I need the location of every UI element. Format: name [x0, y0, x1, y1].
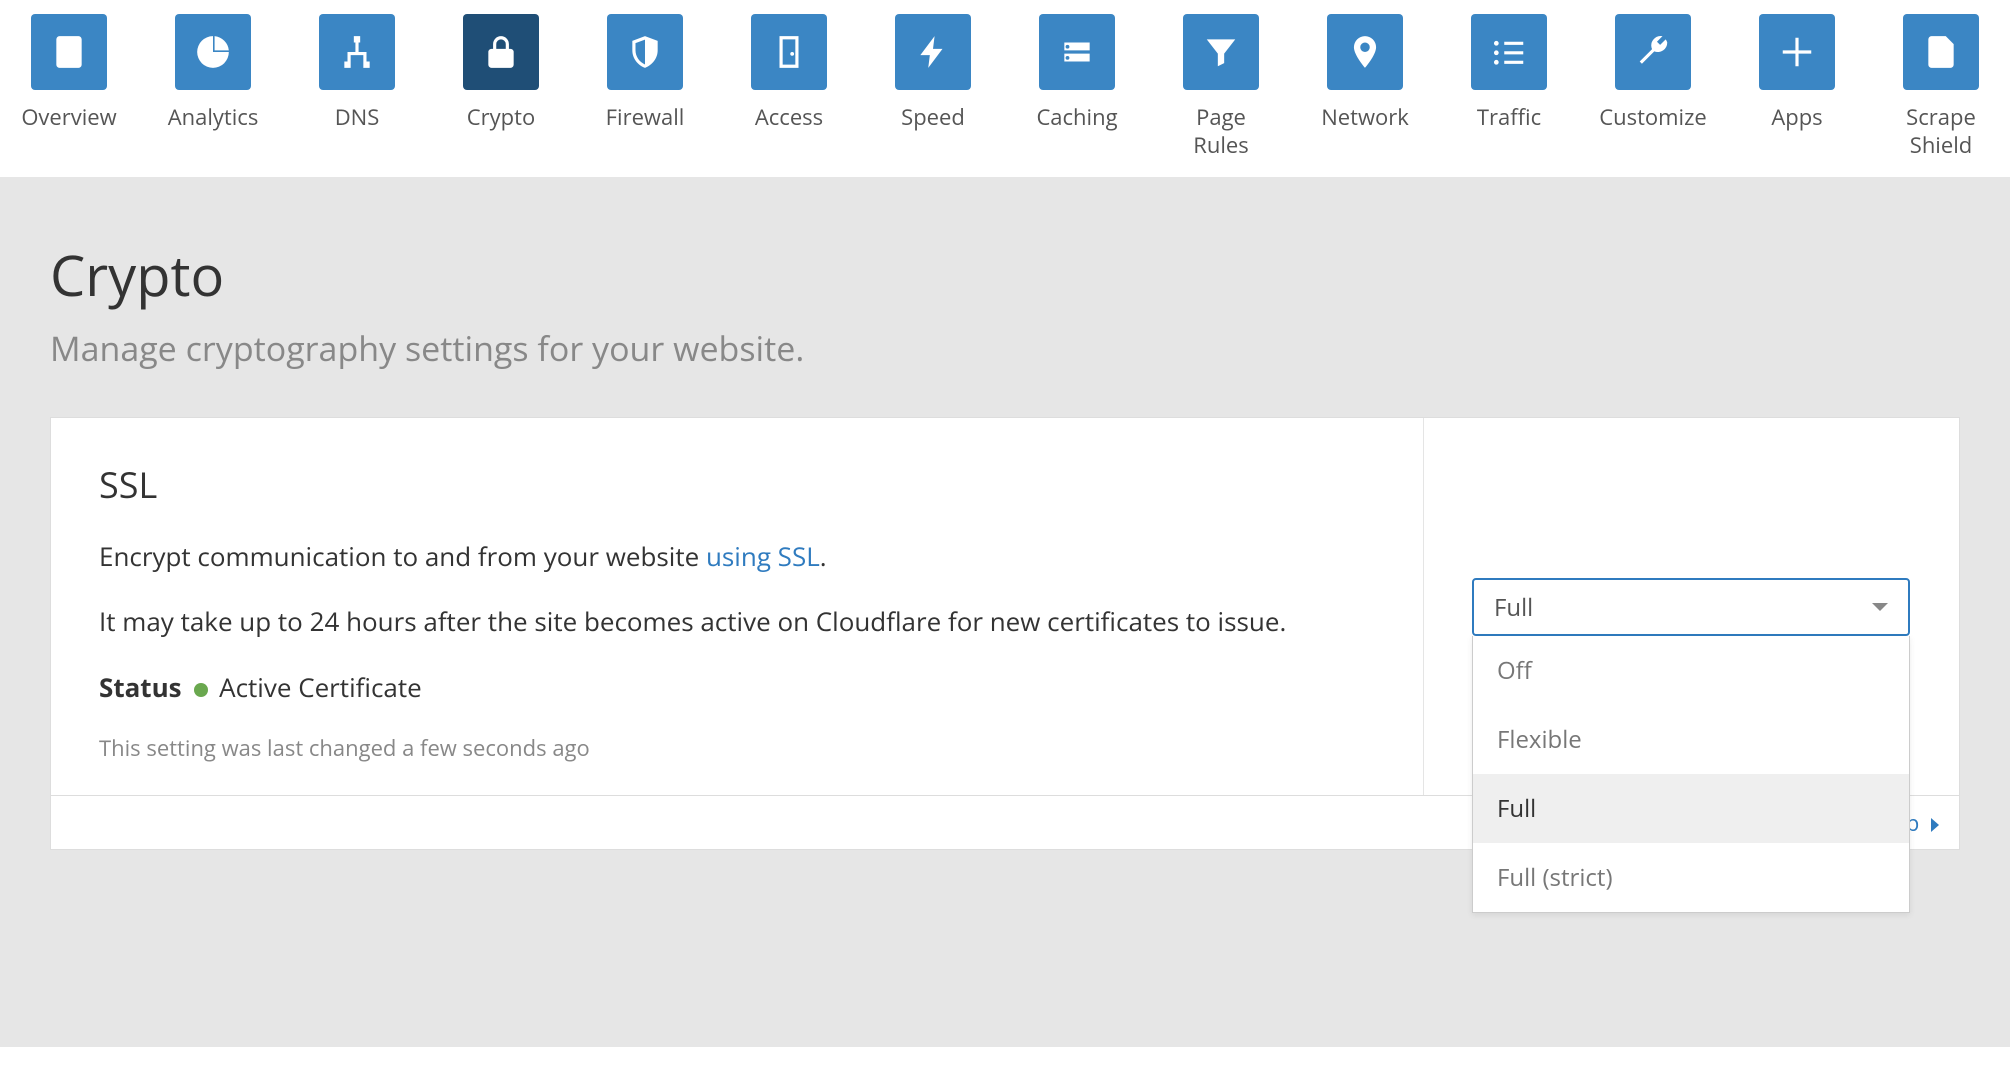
nav-label: Customize: [1599, 104, 1707, 132]
ssl-status: Status Active Certificate: [99, 669, 1375, 705]
nav-tile: [31, 14, 107, 90]
nav-tile: [1615, 14, 1691, 90]
nav-tile: [463, 14, 539, 90]
nav-item-page-rules[interactable]: Page Rules: [1176, 14, 1266, 159]
door-icon: [770, 33, 808, 71]
nav-label: Traffic: [1477, 104, 1541, 132]
nav-label: Analytics: [168, 104, 259, 132]
ssl-card-body: SSL Encrypt communication to and from yo…: [51, 418, 1424, 795]
nav-item-firewall[interactable]: Firewall: [600, 14, 690, 159]
nav-item-apps[interactable]: Apps: [1752, 14, 1842, 159]
ssl-note: It may take up to 24 hours after the sit…: [99, 602, 1375, 641]
nav-tile: [319, 14, 395, 90]
chevron-right-icon: [1931, 818, 1939, 832]
nav-item-caching[interactable]: Caching: [1032, 14, 1122, 159]
ssl-mode-select[interactable]: Full: [1472, 578, 1910, 636]
shield-icon: [626, 33, 664, 71]
nav-tile: [1039, 14, 1115, 90]
list-icon: [1490, 33, 1528, 71]
ssl-mode-dropdown: OffFlexibleFullFull (strict): [1472, 636, 1910, 913]
nav-label: Access: [755, 104, 823, 132]
nav-label: Crypto: [467, 104, 535, 132]
ssl-option-full-strict-[interactable]: Full (strict): [1473, 843, 1909, 912]
nav-label: Overview: [21, 104, 116, 132]
ssl-option-off[interactable]: Off: [1473, 636, 1909, 705]
status-dot-icon: [194, 683, 208, 697]
content-area: Crypto Manage cryptography settings for …: [0, 177, 2010, 1047]
nav-item-analytics[interactable]: Analytics: [168, 14, 258, 159]
ssl-last-changed: This setting was last changed a few seco…: [99, 733, 1375, 763]
nav-label: Apps: [1771, 104, 1822, 132]
wrench-icon: [1634, 33, 1672, 71]
ssl-desc-prefix: Encrypt communication to and from your w…: [99, 538, 706, 574]
lock-icon: [482, 33, 520, 71]
nav-label: Speed: [901, 104, 965, 132]
nav-label: Page Rules: [1176, 104, 1266, 159]
ssl-card-controls: Full OffFlexibleFullFull (strict): [1424, 418, 1959, 795]
nav-tile: [1759, 14, 1835, 90]
nav-item-access[interactable]: Access: [744, 14, 834, 159]
nav-item-overview[interactable]: Overview: [24, 14, 114, 159]
nav-label: Firewall: [606, 104, 685, 132]
ssl-status-label: Status: [99, 669, 182, 705]
nav-item-customize[interactable]: Customize: [1608, 14, 1698, 159]
nav-tile: [607, 14, 683, 90]
ssl-description: Encrypt communication to and from your w…: [99, 537, 1375, 576]
doc-icon: [1922, 33, 1960, 71]
sitemap-icon: [338, 33, 376, 71]
nav-tile: [1327, 14, 1403, 90]
ssl-mode-select-value: Full: [1494, 591, 1533, 624]
nav-label: Caching: [1036, 104, 1117, 132]
nav-item-scrape-shield[interactable]: Scrape Shield: [1896, 14, 1986, 159]
ssl-title: SSL: [99, 460, 1375, 509]
nav-item-traffic[interactable]: Traffic: [1464, 14, 1554, 159]
nav-tile: [1903, 14, 1979, 90]
nav-label: Network: [1321, 104, 1409, 132]
page-subtitle: Manage cryptography settings for your we…: [50, 325, 1960, 371]
plus-icon: [1778, 33, 1816, 71]
nav-tile: [895, 14, 971, 90]
nav-label: DNS: [335, 104, 380, 132]
nav-tile: [175, 14, 251, 90]
ssl-help-link[interactable]: using SSL: [706, 538, 820, 574]
page-title: Crypto: [50, 237, 1960, 313]
top-navigation: Overview Analytics DNS Crypto Firewall Access…: [0, 0, 2010, 177]
ssl-option-full[interactable]: Full: [1473, 774, 1909, 843]
nav-item-network[interactable]: Network: [1320, 14, 1410, 159]
ssl-card: SSL Encrypt communication to and from yo…: [50, 417, 1960, 796]
nav-tile: [1471, 14, 1547, 90]
bolt-icon: [914, 33, 952, 71]
nav-tile: [751, 14, 827, 90]
ssl-option-flexible[interactable]: Flexible: [1473, 705, 1909, 774]
ssl-desc-suffix: .: [820, 538, 827, 574]
nav-tile: [1183, 14, 1259, 90]
pie-icon: [194, 33, 232, 71]
chevron-down-icon: [1872, 603, 1888, 611]
nav-label: Scrape Shield: [1896, 104, 1986, 159]
nav-item-speed[interactable]: Speed: [888, 14, 978, 159]
help-link[interactable]: p: [1906, 808, 1939, 838]
drive-icon: [1058, 33, 1096, 71]
funnel-icon: [1202, 33, 1240, 71]
nav-item-crypto[interactable]: Crypto: [456, 14, 546, 159]
pin-icon: [1346, 33, 1384, 71]
nav-item-dns[interactable]: DNS: [312, 14, 402, 159]
ssl-status-value: Active Certificate: [219, 669, 422, 705]
clipboard-icon: [50, 33, 88, 71]
